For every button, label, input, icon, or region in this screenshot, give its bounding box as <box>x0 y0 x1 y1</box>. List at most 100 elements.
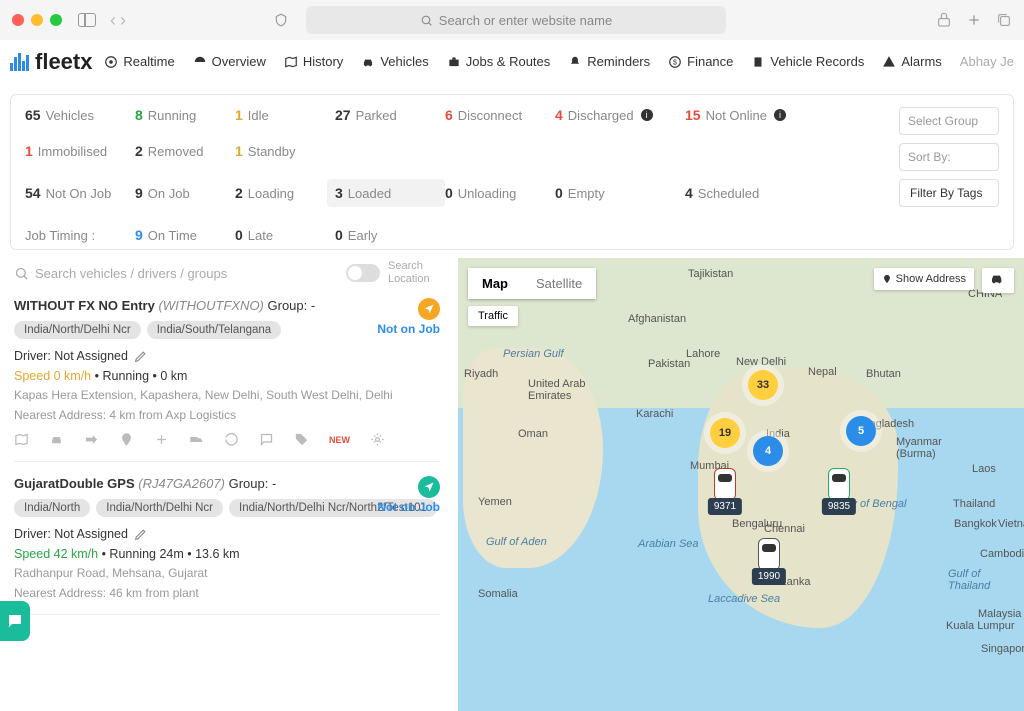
location-action-icon[interactable] <box>119 432 134 447</box>
navigation-icon <box>418 298 440 320</box>
show-address-button[interactable]: Show Address <box>874 268 974 290</box>
tag-action-icon[interactable] <box>294 432 309 447</box>
stat-running[interactable]: 8Running <box>135 107 235 123</box>
stat-scheduled[interactable]: 4Scheduled <box>685 185 805 201</box>
new-tab-icon[interactable] <box>966 12 982 28</box>
vehicle-marker[interactable]: 9835 <box>828 468 850 502</box>
truck-action-icon[interactable] <box>189 432 204 447</box>
stat-unloading[interactable]: 0Unloading <box>445 185 555 201</box>
stat-ontime[interactable]: 9On Time <box>135 227 235 243</box>
map-label: Oman <box>518 428 548 440</box>
vehicle-list-panel: Search vehicles / drivers / groups Searc… <box>0 250 454 711</box>
select-group-dropdown[interactable]: Select Group <box>899 107 999 135</box>
close-window[interactable] <box>12 14 24 26</box>
group-chip[interactable]: India/South/Telangana <box>147 321 281 339</box>
map[interactable]: Map Satellite Traffic Show Address Afgha… <box>458 258 1024 711</box>
stat-vehicles[interactable]: 65Vehicles <box>25 107 135 123</box>
group-chip[interactable]: India/North/Delhi Ncr <box>14 321 141 339</box>
map-label: Cambodia <box>980 548 1024 560</box>
stat-notonjob[interactable]: 54Not On Job <box>25 185 135 201</box>
share-icon[interactable] <box>936 12 952 28</box>
comment-action-icon[interactable] <box>259 432 274 447</box>
search-location-toggle[interactable] <box>346 264 380 282</box>
stat-empty[interactable]: 0Empty <box>555 185 685 201</box>
stat-notonline[interactable]: 15Not Onlinei <box>685 107 805 123</box>
stat-late[interactable]: 0Late <box>235 227 335 243</box>
car-action-icon[interactable] <box>49 432 64 447</box>
search-input[interactable]: Search vehicles / drivers / groups <box>14 266 338 281</box>
stat-standby[interactable]: 1Standby <box>235 143 335 159</box>
traffic-button[interactable]: Traffic <box>468 306 518 326</box>
maximize-window[interactable] <box>50 14 62 26</box>
satellite-tab[interactable]: Satellite <box>522 268 596 299</box>
map-cluster[interactable]: 5 <box>846 416 876 446</box>
stat-removed[interactable]: 2Removed <box>135 143 235 159</box>
nav-overview[interactable]: Overview <box>193 54 266 69</box>
nav-reminders[interactable]: Reminders <box>568 54 650 69</box>
nav-jobs[interactable]: Jobs & Routes <box>447 54 551 69</box>
edit-icon[interactable] <box>134 350 147 363</box>
map-cluster[interactable]: 33 <box>748 370 778 400</box>
map-label: Gulf ofThailand <box>948 568 990 592</box>
forward-button[interactable]: › <box>120 10 126 31</box>
map-cluster[interactable]: 4 <box>753 436 783 466</box>
filter-tags-button[interactable]: Filter By Tags <box>899 179 999 207</box>
minimize-window[interactable] <box>31 14 43 26</box>
driver-label: Driver: Not Assigned <box>14 349 128 363</box>
vehicle-card[interactable]: Not on Job GujaratDouble GPS (RJ47GA2607… <box>14 476 440 615</box>
map-action-icon[interactable] <box>14 432 29 447</box>
info-icon[interactable]: i <box>641 109 653 121</box>
stat-onjob[interactable]: 9On Job <box>135 185 235 201</box>
chat-fab[interactable] <box>0 601 30 641</box>
map-label: Gulf of Aden <box>486 536 547 548</box>
group-chips: India/NorthIndia/North/Delhi NcrIndia/No… <box>14 499 440 517</box>
tabs-icon[interactable] <box>996 12 1012 28</box>
map-label: Lahore <box>686 348 720 360</box>
vehicle-marker-icon <box>758 538 780 572</box>
logo-text: fleetx <box>35 49 92 75</box>
vehicle-marker[interactable]: 9371 <box>714 468 736 502</box>
vehicle-card[interactable]: Not on Job WITHOUT FX NO Entry (WITHOUTF… <box>14 298 440 462</box>
nav-history[interactable]: History <box>284 54 343 69</box>
vehicle-filter-button[interactable] <box>982 268 1014 293</box>
driver-label: Driver: Not Assigned <box>14 527 128 541</box>
nav-vehicles[interactable]: Vehicles <box>361 54 428 69</box>
share-action-icon[interactable] <box>84 432 99 447</box>
map-label: Nepal <box>808 366 837 378</box>
back-button[interactable]: ‹ <box>110 10 116 31</box>
sort-by-dropdown[interactable]: Sort By: <box>899 143 999 171</box>
stat-early[interactable]: 0Early <box>335 227 445 243</box>
map-label: Vietnam <box>998 518 1024 530</box>
group-chips: India/North/Delhi Ncr India/South/Telanga… <box>14 321 440 339</box>
map-tab[interactable]: Map <box>468 268 522 299</box>
stat-parked[interactable]: 27Parked <box>335 107 445 123</box>
settings-action-icon[interactable] <box>370 432 385 447</box>
edit-icon[interactable] <box>134 528 147 541</box>
nav-finance[interactable]: $Finance <box>668 54 733 69</box>
address-bar[interactable]: Search or enter website name <box>306 6 726 34</box>
stat-disconnect[interactable]: 6Disconnect <box>445 107 555 123</box>
vehicle-title: WITHOUT FX NO Entry (WITHOUTFXNO) Group:… <box>14 298 440 313</box>
stat-discharged[interactable]: 4Dischargedi <box>555 107 685 123</box>
group-chip[interactable]: India/North <box>14 499 90 517</box>
stat-loaded[interactable]: 3Loaded <box>327 179 445 207</box>
sidebar-toggle-icon[interactable] <box>78 13 96 27</box>
logo[interactable]: fleetx <box>10 49 92 75</box>
vehicle-marker-id: 1990 <box>752 568 786 585</box>
nav-user[interactable]: Abhay Je <box>960 54 1014 69</box>
info-icon[interactable]: i <box>774 109 786 121</box>
vehicle-marker[interactable]: 1990 <box>758 538 780 572</box>
group-chip[interactable]: India/North/Delhi Ncr <box>96 499 223 517</box>
add-action-icon[interactable] <box>154 432 169 447</box>
stat-loading[interactable]: 2Loading <box>235 185 335 201</box>
stat-idle[interactable]: 1Idle <box>235 107 335 123</box>
stat-immobilised[interactable]: 1Immobilised <box>25 143 135 159</box>
privacy-shield-icon[interactable] <box>274 12 288 28</box>
nav-records[interactable]: Vehicle Records <box>751 54 864 69</box>
nav-realtime[interactable]: Realtime <box>104 54 174 69</box>
map-type-toolbar: Map Satellite <box>468 268 596 299</box>
nav-alarms[interactable]: Alarms <box>882 54 941 69</box>
browser-tools <box>936 12 1012 28</box>
undo-action-icon[interactable] <box>224 432 239 447</box>
map-cluster[interactable]: 19 <box>710 418 740 448</box>
